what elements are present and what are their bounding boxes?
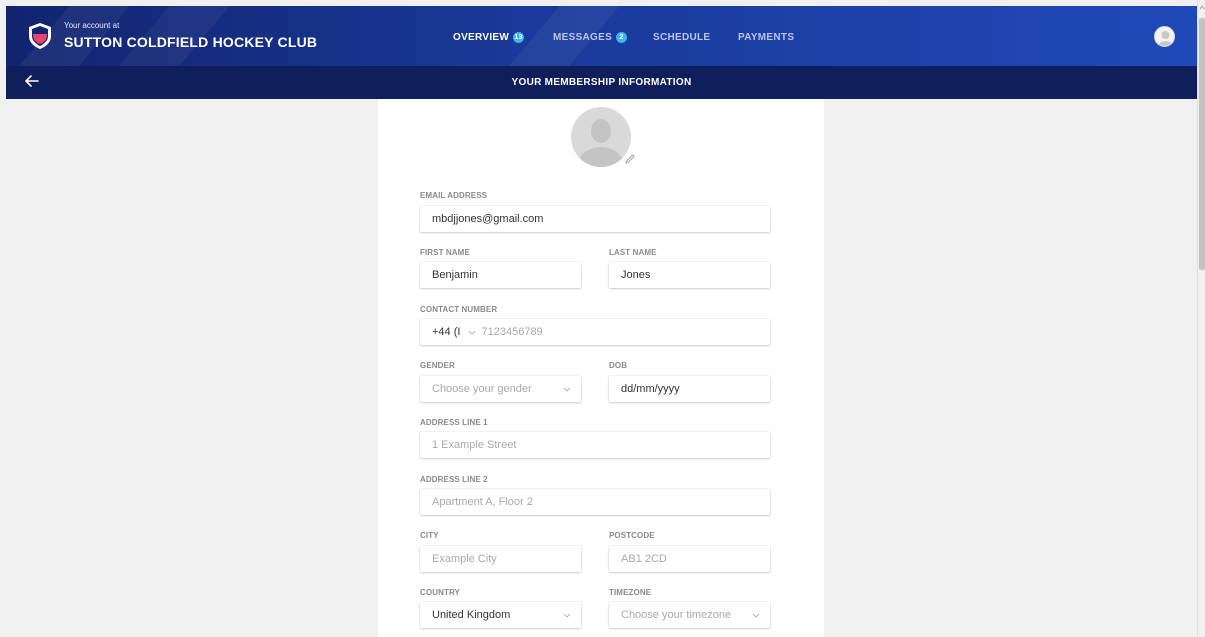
top-header: Your account at SUTTON COLDFIELD HOCKEY … (6, 6, 1197, 66)
first-name-label: FIRST NAME (420, 248, 470, 257)
country-select[interactable]: United Kingdom (420, 602, 581, 628)
user-avatar[interactable] (1154, 26, 1175, 47)
chevron-down-icon (563, 613, 571, 618)
messages-count-badge: 2 (616, 32, 628, 43)
country-value: United Kingdom (432, 609, 511, 621)
email-value: mbdjjones@gmail.com (432, 213, 544, 225)
page-scrollbar[interactable] (1197, 0, 1205, 637)
phone-number-input[interactable] (481, 326, 770, 338)
address-line-1-input[interactable] (432, 439, 770, 451)
address-line-1-label: ADDRESS LINE 1 (420, 418, 488, 427)
timezone-placeholder: Choose your timezone (621, 609, 732, 621)
page-title: YOUR MEMBERSHIP INFORMATION (511, 77, 692, 88)
nav-overview[interactable]: OVERVIEW 13 (453, 32, 525, 43)
timezone-label: TIMEZONE (609, 588, 652, 597)
scroll-thumb[interactable] (1199, 18, 1205, 270)
dob-value: dd/mm/yyyy (621, 383, 680, 395)
country-code-value: +44 (I (432, 326, 461, 338)
overview-count-badge: 13 (513, 32, 525, 43)
contact-number-label: CONTACT NUMBER (420, 305, 498, 314)
club-logo-icon[interactable] (28, 22, 52, 50)
gender-label: GENDER (420, 361, 455, 370)
dob-field[interactable]: dd/mm/yyyy (609, 376, 770, 402)
postcode-field[interactable] (609, 546, 770, 572)
country-label: COUNTRY (420, 588, 460, 597)
chevron-down-icon (752, 613, 760, 618)
scroll-up-icon[interactable] (1199, 3, 1205, 13)
last-name-field[interactable]: Jones (609, 262, 770, 288)
user-silhouette-icon (1158, 31, 1173, 46)
nav-messages[interactable]: MESSAGES 2 (553, 32, 628, 43)
address-line-2-label: ADDRESS LINE 2 (420, 475, 488, 484)
nav-schedule-label: SCHEDULE (653, 32, 711, 43)
country-code-select[interactable]: +44 (I (432, 326, 482, 338)
chevron-down-icon (563, 387, 571, 392)
nav-payments-label: PAYMENTS (738, 32, 795, 43)
chevron-down-icon (469, 330, 476, 335)
club-name[interactable]: SUTTON COLDFIELD HOCKEY CLUB (64, 34, 317, 50)
address-line-1-field[interactable] (420, 432, 770, 458)
timezone-select[interactable]: Choose your timezone (609, 602, 770, 628)
nav-payments[interactable]: PAYMENTS (738, 32, 794, 43)
nav-overview-label: OVERVIEW (453, 32, 510, 43)
nav-schedule[interactable]: SCHEDULE (653, 32, 710, 43)
account-prefix: Your account at (64, 21, 120, 30)
postcode-input[interactable] (621, 553, 770, 565)
city-input[interactable] (432, 553, 581, 565)
gender-placeholder: Choose your gender (432, 383, 532, 395)
gender-select[interactable]: Choose your gender (420, 376, 581, 402)
city-label: CITY (420, 531, 439, 540)
address-line-2-input[interactable] (432, 496, 770, 508)
email-label: EMAIL ADDRESS (420, 191, 488, 200)
nav-messages-label: MESSAGES (553, 32, 613, 43)
address-line-2-field[interactable] (420, 489, 770, 515)
email-field[interactable]: mbdjjones@gmail.com (420, 206, 770, 232)
last-name-value: Jones (621, 269, 651, 281)
last-name-label: LAST NAME (609, 248, 657, 257)
sub-header: YOUR MEMBERSHIP INFORMATION (6, 66, 1197, 99)
membership-form-card: EMAIL ADDRESS mbdjjones@gmail.com FIRST … (378, 99, 824, 637)
edit-pencil-icon[interactable] (624, 153, 636, 165)
profile-silhouette-icon (579, 119, 623, 167)
contact-number-field[interactable]: +44 (I (420, 319, 770, 345)
dob-label: DOB (609, 361, 628, 370)
postcode-label: POSTCODE (609, 531, 655, 540)
profile-picture[interactable] (571, 107, 631, 167)
city-field[interactable] (420, 546, 581, 572)
first-name-value: Benjamin (432, 269, 478, 281)
first-name-field[interactable]: Benjamin (420, 262, 581, 288)
